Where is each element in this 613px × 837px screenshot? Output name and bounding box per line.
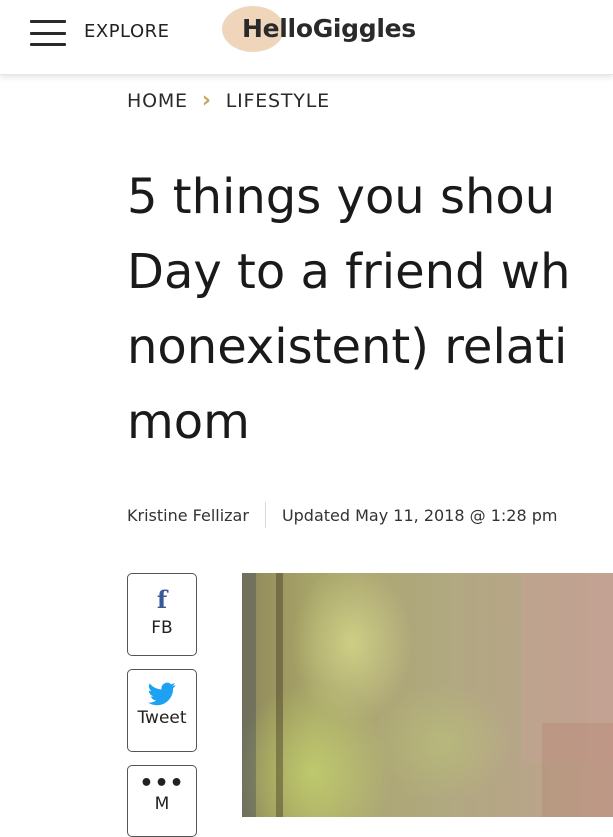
hamburger-menu-icon[interactable] (30, 20, 66, 46)
share-twitter-button[interactable]: Tweet (127, 669, 197, 752)
title-line: Day to a friend wh (127, 244, 571, 300)
menu-bar (30, 43, 66, 46)
breadcrumb-home[interactable]: HOME (127, 90, 188, 112)
site-logo[interactable]: HelloGiggles (222, 6, 416, 52)
image-region (542, 723, 613, 817)
breadcrumb: HOME › LIFESTYLE (127, 88, 330, 113)
updated-date: Updated May 11, 2018 @ 1:28 pm (281, 505, 558, 525)
title-line: mom (127, 394, 250, 450)
menu-bar (30, 20, 66, 23)
hero-image (242, 573, 613, 817)
article-byline: Kristine Fellizar Updated May 11, 2018 @… (127, 502, 557, 528)
share-more-button[interactable]: ••• M (127, 765, 197, 837)
ellipsis-icon: ••• (139, 771, 185, 796)
share-twitter-label: Tweet (137, 708, 187, 728)
share-facebook-button[interactable]: f FB (127, 573, 197, 656)
breadcrumb-lifestyle[interactable]: LIFESTYLE (226, 90, 330, 112)
article-title: 5 things you shou Day to a friend wh non… (127, 160, 613, 460)
image-region (242, 573, 256, 817)
byline-divider (264, 502, 266, 528)
logo-text: HelloGiggles (242, 14, 416, 43)
explore-link[interactable]: EXPLORE (84, 21, 170, 42)
site-header: EXPLORE HelloGiggles (0, 0, 613, 75)
share-more-label: M (154, 794, 170, 814)
share-facebook-label: FB (151, 618, 173, 638)
chevron-right-icon: › (201, 88, 212, 113)
author-name[interactable]: Kristine Fellizar (127, 506, 249, 525)
title-line: 5 things you shou (127, 169, 556, 225)
image-region (276, 573, 283, 817)
facebook-icon: f (156, 585, 168, 614)
title-line: nonexistent) relati (127, 319, 568, 375)
twitter-bird-icon (148, 682, 176, 706)
menu-bar (30, 31, 66, 35)
